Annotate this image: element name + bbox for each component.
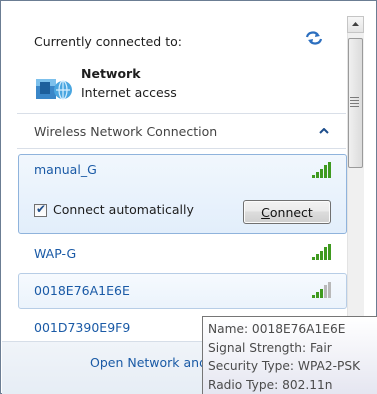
- tooltip-name: Name: 0018E76A1E6E: [208, 322, 346, 336]
- signal-strength-icon: [312, 282, 331, 298]
- tooltip-radio: Radio Type: 802.11n: [208, 377, 333, 392]
- divider: [17, 148, 346, 149]
- refresh-icon[interactable]: [303, 29, 325, 47]
- connect-button[interactable]: Connect: [243, 200, 331, 224]
- wireless-section-title: Wireless Network Connection: [34, 124, 218, 139]
- network-name[interactable]: manual_G: [34, 162, 97, 177]
- network-name[interactable]: 0018E76A1E6E: [34, 283, 130, 298]
- scrollbar-grip-icon: [350, 97, 359, 109]
- connect-automatically-checkbox[interactable]: ✔: [34, 202, 47, 217]
- currently-connected-label: Currently connected to:: [34, 34, 182, 49]
- connected-network-status: Internet access: [81, 85, 177, 100]
- connect-automatically-label: Connect automatically: [53, 202, 194, 217]
- divider: [17, 113, 346, 114]
- scroll-up-button[interactable]: [347, 16, 364, 33]
- chevron-up-icon[interactable]: [319, 128, 329, 134]
- tooltip-security: Security Type: WPA2-PSK: [208, 359, 361, 373]
- arrow-up-icon: [352, 22, 359, 26]
- network-tooltip: Name: 0018E76A1E6E Signal Strength: Fair…: [202, 316, 377, 394]
- tooltip-signal: Signal Strength: Fair: [208, 340, 332, 355]
- network-name[interactable]: WAP-G: [34, 246, 76, 261]
- wireless-flyout-panel: Currently connected to: Network Internet…: [0, 0, 377, 394]
- connected-network-name: Network: [81, 66, 141, 81]
- network-name[interactable]: 001D7390E9F9: [34, 320, 130, 335]
- signal-strength-icon: [312, 162, 331, 178]
- network-globe-icon: [36, 79, 72, 100]
- signal-strength-icon: [312, 244, 331, 260]
